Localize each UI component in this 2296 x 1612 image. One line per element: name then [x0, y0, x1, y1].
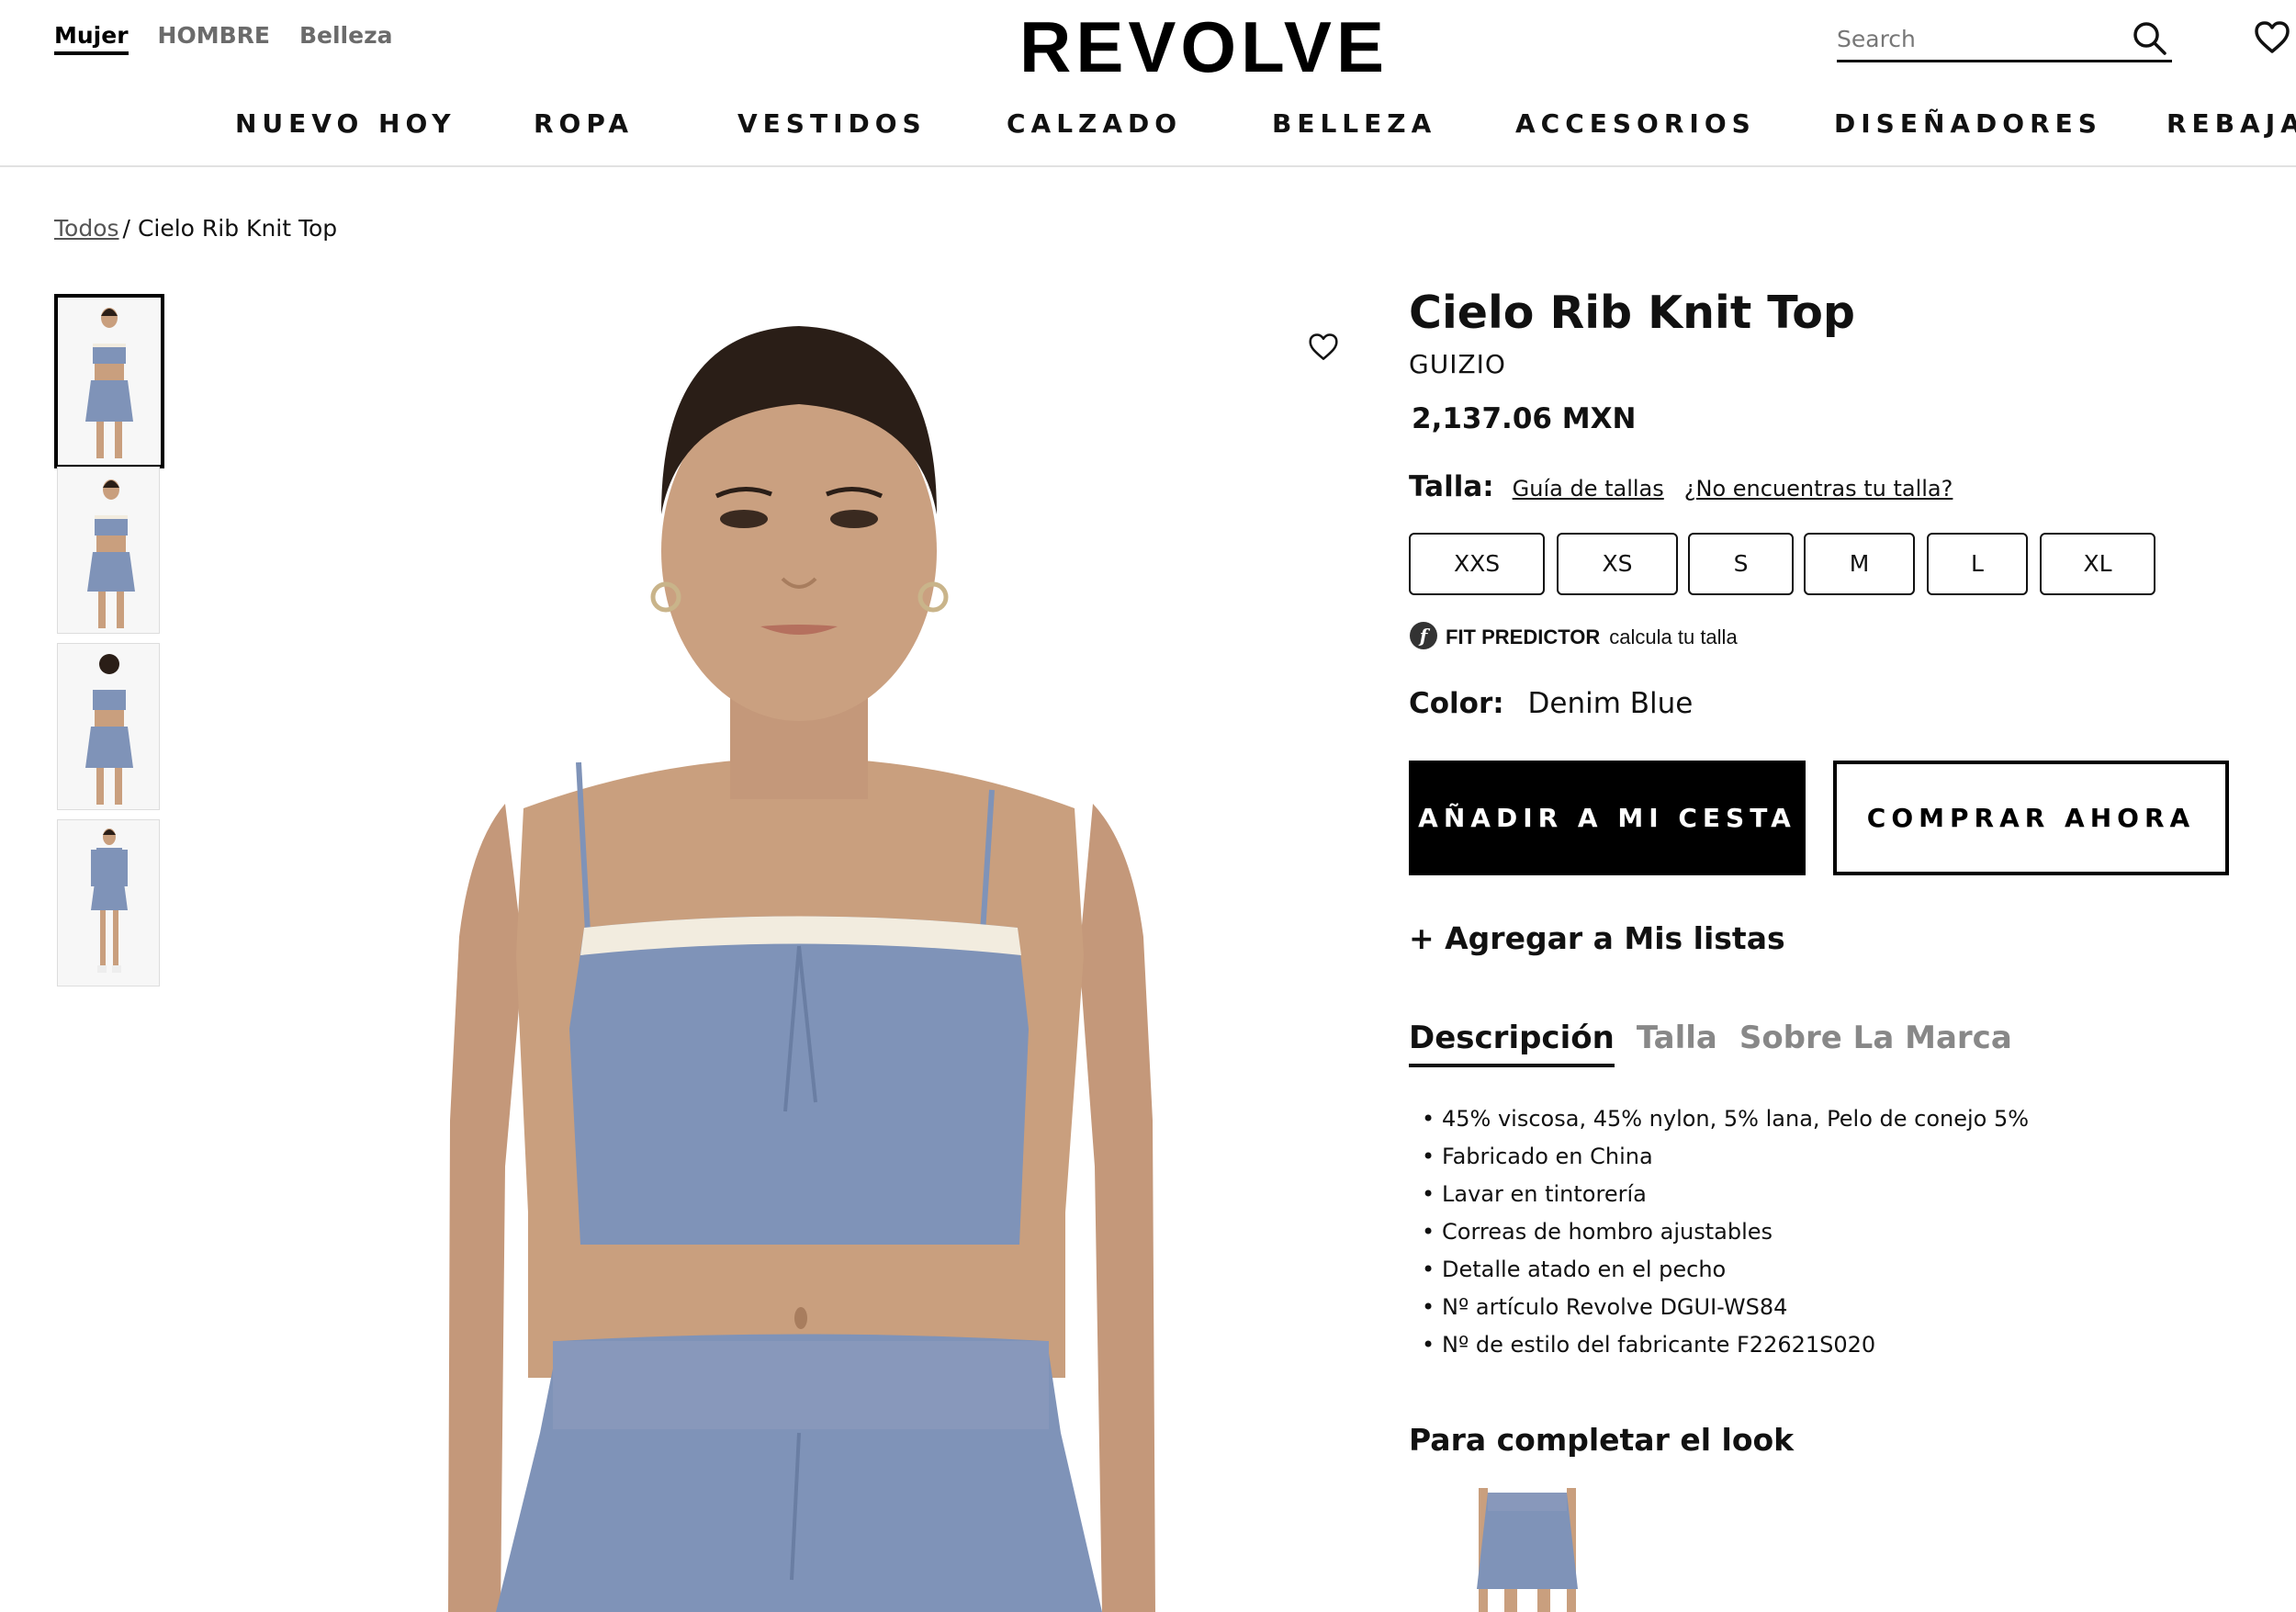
- product-brand[interactable]: GUIZIO: [1409, 349, 1506, 379]
- nav-belleza[interactable]: BELLEZA: [1272, 108, 1436, 139]
- wishlist-heart-icon[interactable]: [2254, 20, 2290, 59]
- main-nav: NUEVO HOY ROPA VESTIDOS CALZADO BELLEZA …: [0, 101, 2296, 167]
- buy-now-button[interactable]: COMPRAR AHORA: [1833, 761, 2229, 875]
- size-option-xxs[interactable]: XXS: [1409, 533, 1545, 595]
- fit-predictor-label: FIT PREDICTOR: [1446, 626, 1601, 648]
- search-bar: [1837, 20, 2172, 62]
- size-option-xl[interactable]: XL: [2040, 533, 2155, 595]
- fit-predictor[interactable]: f FIT PREDICTOR calcula tu talla: [1409, 621, 1738, 654]
- thumbnail-2[interactable]: [57, 467, 160, 634]
- search-icon[interactable]: [2132, 20, 2168, 61]
- thumbnail-3[interactable]: [57, 643, 160, 810]
- size-guide-link[interactable]: Guía de tallas: [1513, 476, 1664, 502]
- list-item: 45% viscosa, 45% nylon, 5% lana, Pelo de…: [1425, 1102, 2029, 1140]
- color-value: Denim Blue: [1527, 687, 1694, 720]
- list-item: Nº artículo Revolve DGUI-WS84: [1425, 1291, 2029, 1328]
- size-option-m[interactable]: M: [1804, 533, 1915, 595]
- favorite-heart-icon[interactable]: [1308, 333, 1339, 366]
- tab-sobre-la-marca[interactable]: Sobre La Marca: [1739, 1020, 2012, 1067]
- size-header: Talla: Guía de tallas ¿No encuentras tu …: [1409, 470, 1973, 503]
- breadcrumb: Todos / Cielo Rib Knit Top: [54, 215, 337, 242]
- size-label: Talla:: [1409, 470, 1494, 503]
- color-label: Color:: [1409, 687, 1504, 720]
- fit-predictor-icon: f: [1409, 621, 1438, 654]
- tab-talla[interactable]: Talla: [1637, 1020, 1717, 1067]
- size-option-l[interactable]: L: [1927, 533, 2028, 595]
- nav-disenadores[interactable]: DISEÑADORES: [1834, 108, 2102, 139]
- list-item: Correas de hombro ajustables: [1425, 1215, 2029, 1253]
- revolve-logo[interactable]: REVOLVE: [1019, 6, 1389, 89]
- list-item: Nº de estilo del fabricante F22621S020: [1425, 1328, 2029, 1366]
- breadcrumb-todos[interactable]: Todos: [54, 215, 119, 242]
- add-to-cart-button[interactable]: AÑADIR A MI CESTA: [1409, 761, 1806, 875]
- tab-descripcion[interactable]: Descripción: [1409, 1020, 1615, 1067]
- description-list: 45% viscosa, 45% nylon, 5% lana, Pelo de…: [1425, 1102, 2029, 1366]
- product-main-image[interactable]: [312, 294, 1378, 1612]
- nav-vestidos[interactable]: VESTIDOS: [737, 108, 927, 139]
- color-row: Color: Denim Blue: [1409, 687, 1693, 720]
- search-input[interactable]: [1837, 20, 2112, 57]
- add-to-list-link[interactable]: + Agregar a Mis listas: [1409, 920, 1785, 956]
- product-tabs: Descripción Talla Sobre La Marca: [1409, 1020, 2012, 1067]
- nav-accesorios[interactable]: ACCESORIOS: [1515, 108, 1756, 139]
- thumbnail-4[interactable]: [57, 819, 160, 986]
- list-item: Fabricado en China: [1425, 1140, 2029, 1178]
- breadcrumb-separator: /: [122, 215, 130, 242]
- nav-calzado[interactable]: CALZADO: [1007, 108, 1182, 139]
- size-option-xs[interactable]: XS: [1557, 533, 1678, 595]
- size-option-s[interactable]: S: [1688, 533, 1794, 595]
- complete-look-item-image[interactable]: [1458, 1488, 1596, 1612]
- list-item: Lavar en tintorería: [1425, 1178, 2029, 1215]
- nav-rebaja[interactable]: REBAJA: [2167, 108, 2296, 139]
- product-price: 2,137.06 MXN: [1412, 402, 1637, 435]
- product-title: Cielo Rib Knit Top: [1409, 287, 1855, 339]
- size-help-link[interactable]: ¿No encuentras tu talla?: [1684, 476, 1953, 502]
- nav-ropa[interactable]: ROPA: [534, 108, 634, 139]
- fit-predictor-text: calcula tu talla: [1609, 626, 1738, 648]
- complete-look-title: Para completar el look: [1409, 1422, 1795, 1458]
- nav-nuevo-hoy[interactable]: NUEVO HOY: [235, 108, 456, 139]
- breadcrumb-current: Cielo Rib Knit Top: [137, 215, 338, 242]
- list-item: Detalle atado en el pecho: [1425, 1253, 2029, 1291]
- thumbnail-1[interactable]: [54, 294, 164, 468]
